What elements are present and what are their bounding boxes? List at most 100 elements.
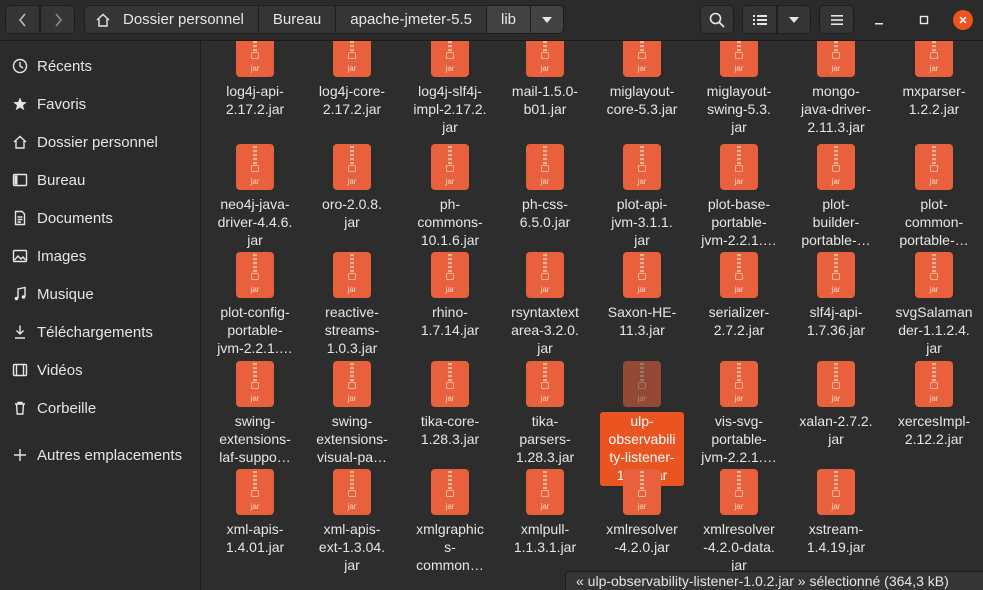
breadcrumb-bureau[interactable]: Bureau — [258, 5, 337, 34]
file-item[interactable]: jar ph-css- 6.5.0.jar — [498, 144, 592, 233]
jar-archive-icon: jar — [333, 252, 371, 298]
home-icon — [96, 13, 110, 27]
hamburger-icon — [830, 14, 843, 25]
breadcrumb-jmeter[interactable]: apache-jmeter-5.5 — [336, 5, 488, 34]
svg-text:jar: jar — [347, 394, 357, 403]
sidebar-item-2[interactable]: Dossier personnel — [0, 125, 200, 159]
sidebar-item-6[interactable]: Musique — [0, 277, 200, 311]
jar-archive-icon: jar — [623, 361, 661, 407]
file-item[interactable]: jar log4j-slf4j-impl-2.17.2. jar — [403, 41, 497, 138]
file-item[interactable]: jar mongo-java-driver- 2.11.3.jar — [789, 41, 883, 138]
chevron-down-icon — [789, 16, 799, 23]
file-item[interactable]: jar oro-2.0.8. jar — [305, 144, 399, 233]
sidebar-item-label: Vidéos — [37, 361, 83, 379]
main-menu-button[interactable] — [819, 5, 854, 34]
file-item[interactable]: jar Saxon-HE- 11.3.jar — [595, 252, 689, 341]
file-item[interactable]: jar neo4j-java-driver-4.4.6. jar — [208, 144, 302, 251]
file-item[interactable]: jar reactive-streams- 1.0.3.jar — [305, 252, 399, 359]
forward-button[interactable] — [40, 5, 75, 34]
view-options-button[interactable] — [777, 5, 811, 34]
jar-archive-icon: jar — [236, 144, 274, 190]
file-item[interactable]: jar mxparser- 1.2.2.jar — [887, 41, 981, 120]
file-item[interactable]: jar xalan-2.7.2. jar — [789, 361, 883, 450]
jar-archive-icon: jar — [720, 41, 758, 77]
jar-archive-icon: jar — [915, 361, 953, 407]
sidebar-item-10[interactable]: Autres emplacements — [0, 438, 200, 472]
breadcrumb-lib[interactable]: lib — [487, 5, 532, 34]
jar-archive-icon: jar — [236, 252, 274, 298]
close-button[interactable] — [953, 10, 973, 30]
jar-archive-icon: jar — [526, 41, 564, 77]
sidebar-item-1[interactable]: Favoris — [0, 87, 200, 121]
file-item[interactable]: jar xercesImpl- 2.12.2.jar — [887, 361, 981, 450]
file-item[interactable]: jar plot-builder-portable-… — [789, 144, 883, 251]
file-item[interactable]: jar plot-api-jvm-3.1.1. jar — [595, 144, 689, 251]
svg-text:jar: jar — [250, 177, 260, 186]
sidebar-item-5[interactable]: Images — [0, 239, 200, 273]
file-item[interactable]: jar plot-base-portable-jvm-2.2.1.… — [692, 144, 786, 251]
file-name: plot-base-portable-jvm-2.2.1.… — [701, 196, 777, 248]
file-name: log4j-api- 2.17.2.jar — [225, 83, 285, 117]
svg-text:jar: jar — [347, 177, 357, 186]
minimize-button[interactable] — [869, 10, 889, 30]
svg-text:jar: jar — [929, 177, 939, 186]
list-view-button[interactable] — [742, 5, 777, 34]
back-button[interactable] — [5, 5, 40, 34]
file-item[interactable]: jar plot-common-portable-… — [887, 144, 981, 251]
jar-archive-icon: jar — [623, 41, 661, 77]
file-item[interactable]: jar svgSalaman der-1.1.2.4. jar — [887, 252, 981, 359]
sidebar-item-7[interactable]: Téléchargements — [0, 315, 200, 349]
svg-text:jar: jar — [540, 177, 550, 186]
file-item[interactable]: jar rhino- 1.7.14.jar — [403, 252, 497, 341]
file-item[interactable]: jar xmlgraphic s-common… — [403, 469, 497, 576]
file-name: miglayout-swing-5.3. jar — [706, 83, 772, 135]
breadcrumb-menu-button[interactable] — [531, 5, 565, 34]
maximize-button[interactable] — [914, 10, 934, 30]
sidebar-item-3[interactable]: Bureau — [0, 163, 200, 197]
file-item[interactable]: jar tika-core- 1.28.3.jar — [403, 361, 497, 450]
file-item[interactable]: jar log4j-core- 2.17.2.jar — [305, 41, 399, 120]
file-item[interactable]: jar ulp-observability-listener-1.0.2.jar — [595, 361, 689, 486]
file-item[interactable]: jar ph-commons- 10.1.6.jar — [403, 144, 497, 251]
file-item[interactable]: jar swing-extensions-visual-pa… — [305, 361, 399, 468]
file-item[interactable]: jar miglayout-core-5.3.jar — [595, 41, 689, 120]
file-item[interactable]: jar miglayout-swing-5.3. jar — [692, 41, 786, 138]
file-item[interactable]: jar vis-svg-portable-jvm-2.2.1.… — [692, 361, 786, 468]
file-item[interactable]: jar slf4j-api- 1.7.36.jar — [789, 252, 883, 341]
file-item[interactable]: jar rsyntaxtext area-3.2.0. jar — [498, 252, 592, 359]
file-name: oro-2.0.8. jar — [322, 196, 382, 230]
music-icon — [12, 286, 28, 302]
file-item[interactable]: jar xmlresolver -4.2.0.jar — [595, 469, 689, 558]
svg-text:jar: jar — [929, 64, 939, 73]
jar-archive-icon: jar — [236, 469, 274, 515]
file-item[interactable]: jar serializer- 2.7.2.jar — [692, 252, 786, 341]
file-item[interactable]: jar plot-config-portable-jvm-2.2.1.… — [208, 252, 302, 359]
file-item[interactable]: jar xml-apis- 1.4.01.jar — [208, 469, 302, 558]
file-item[interactable]: jar xstream- 1.4.19.jar — [789, 469, 883, 558]
sidebar-item-4[interactable]: Documents — [0, 201, 200, 235]
jar-archive-icon: jar — [915, 252, 953, 298]
sidebar-item-label: Téléchargements — [37, 323, 153, 341]
video-icon — [12, 362, 28, 378]
breadcrumb-home[interactable]: Dossier personnel — [84, 5, 259, 34]
svg-text:jar: jar — [734, 394, 744, 403]
svg-text:jar: jar — [734, 502, 744, 511]
file-name: xml-apis- 1.4.01.jar — [225, 521, 285, 555]
jar-archive-icon: jar — [431, 361, 469, 407]
file-item[interactable]: jar swing-extensions-laf-suppo… — [208, 361, 302, 468]
breadcrumb: Dossier personnel Bureau apache-jmeter-5… — [84, 5, 565, 34]
file-item[interactable]: jar mail-1.5.0- b01.jar — [498, 41, 592, 120]
svg-text:jar: jar — [540, 285, 550, 294]
file-item[interactable]: jar tika-parsers- 1.28.3.jar — [498, 361, 592, 468]
sidebar-item-0[interactable]: Récents — [0, 49, 200, 83]
sidebar-item-9[interactable]: Corbeille — [0, 391, 200, 425]
jar-archive-icon: jar — [720, 144, 758, 190]
file-item[interactable]: jar xmlpull- 1.1.3.1.jar — [498, 469, 592, 558]
file-item[interactable]: jar log4j-api- 2.17.2.jar — [208, 41, 302, 120]
file-item[interactable]: jar xmlresolver -4.2.0-data. jar — [692, 469, 786, 576]
sidebar-item-8[interactable]: Vidéos — [0, 353, 200, 387]
file-name: xmlresolver -4.2.0-data. jar — [703, 521, 775, 573]
search-button[interactable] — [700, 5, 734, 34]
file-item[interactable]: jar xml-apis-ext-1.3.04. jar — [305, 469, 399, 576]
file-name: plot-common-portable-… — [899, 196, 969, 248]
